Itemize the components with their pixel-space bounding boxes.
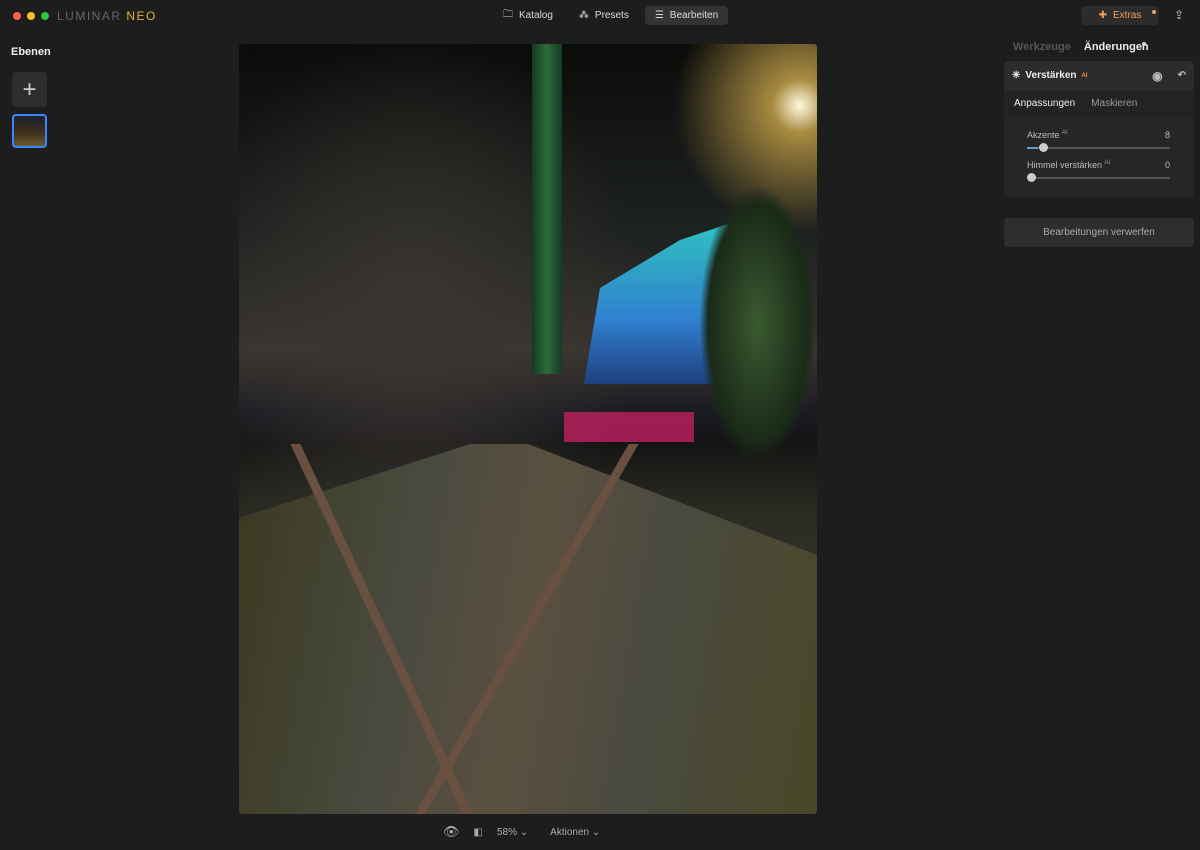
zoom-dropdown[interactable]: 58% ⌄ — [497, 827, 528, 838]
visibility-eye-icon[interactable]: ◉ — [1152, 69, 1162, 83]
changes-dot — [1142, 42, 1146, 46]
slider-knob[interactable] — [1027, 173, 1037, 182]
enhance-icon: ✳ — [1012, 70, 1021, 81]
sparkle-icon: ⁂ — [578, 10, 589, 21]
extras-label: Extras — [1113, 10, 1142, 21]
eye-icon[interactable]: 👁 — [443, 824, 460, 840]
sliders-icon: ☰ — [654, 10, 664, 21]
slider-label: Himmel verstärken — [1027, 160, 1103, 170]
tab-presets[interactable]: ⁂ Presets — [569, 6, 639, 25]
photo-tree — [699, 184, 817, 464]
slider-value: 8 — [1164, 130, 1170, 140]
bottom-toolbar: 👁 ◧ 58% ⌄ Aktionen ⌄ — [443, 824, 600, 840]
actions-label: Aktionen — [550, 826, 590, 838]
slider-himmel-verstaerken[interactable]: Himmel verstärken AI 0 — [1027, 160, 1170, 182]
app-logo: LUMINAR NEO — [57, 9, 157, 23]
top-nav: 🗀 Katalog ⁂ Presets ☰ Bearbeiten — [493, 6, 729, 25]
share-icon[interactable]: ⇪ — [1174, 8, 1184, 22]
tool-subtabs: Anpassungen Maskieren — [1004, 90, 1194, 117]
ai-badge: AI — [1081, 72, 1088, 79]
close-window-button[interactable] — [13, 12, 21, 20]
notification-dot — [1152, 10, 1156, 14]
tool-header[interactable]: ✳ Verstärken AI ◉ ↶ — [1004, 61, 1194, 90]
tab-bearbeiten[interactable]: ☰ Bearbeiten — [644, 6, 729, 25]
tab-label: Bearbeiten — [669, 10, 719, 21]
slider-knob[interactable] — [1038, 143, 1048, 152]
zoom-value: 58% — [496, 826, 517, 838]
zoom-window-button[interactable] — [41, 12, 49, 20]
photo-canvas[interactable] — [239, 44, 817, 814]
extras-button[interactable]: ✚ Extras — [1081, 6, 1159, 25]
tab-katalog[interactable]: 🗀 Katalog — [493, 6, 563, 25]
add-layer-button[interactable]: + — [12, 72, 47, 107]
subtab-maskieren[interactable]: Maskieren — [1091, 98, 1137, 109]
discard-edits-button[interactable]: Bearbeitungen verwerfen — [1004, 218, 1194, 247]
plus-icon: + — [22, 75, 37, 103]
tool-panel-verstaerken: ✳ Verstärken AI ◉ ↶ Anpassungen Maskieren… — [1004, 61, 1194, 198]
slider-value: 0 — [1164, 160, 1170, 170]
ai-badge: AI — [1062, 130, 1068, 136]
actions-dropdown[interactable]: Aktionen ⌄ — [550, 827, 600, 838]
tab-aenderungen[interactable]: Änderungen — [1084, 41, 1149, 53]
layers-title: Ebenen — [11, 46, 51, 58]
tab-label: Katalog — [519, 10, 553, 21]
undo-icon[interactable]: ↶ — [1178, 70, 1186, 81]
slider-label: Akzente — [1027, 130, 1060, 140]
ai-badge: AI — [1104, 160, 1111, 166]
tab-werkzeuge[interactable]: Werkzeuge — [1013, 41, 1071, 53]
layer-thumbnail[interactable] — [12, 114, 47, 148]
minimize-window-button[interactable] — [27, 12, 35, 20]
compare-icon[interactable]: ◧ — [474, 827, 483, 838]
tab-label: Presets — [594, 10, 629, 21]
folder-icon: 🗀 — [503, 9, 513, 20]
right-panel-tabs: Werkzeuge Änderungen — [1013, 41, 1149, 53]
subtab-anpassungen[interactable]: Anpassungen — [1014, 98, 1075, 109]
slider-akzente[interactable]: Akzente AI 8 — [1027, 130, 1170, 152]
photo-lights — [564, 412, 694, 442]
tool-name: Verstärken — [1025, 70, 1077, 81]
app-window: LUMINAR NEO 🗀 Katalog ⁂ Presets ☰ Bearbeite… — [0, 0, 1200, 850]
photo-chimney — [532, 44, 562, 374]
puzzle-icon: ✚ — [1098, 10, 1108, 21]
